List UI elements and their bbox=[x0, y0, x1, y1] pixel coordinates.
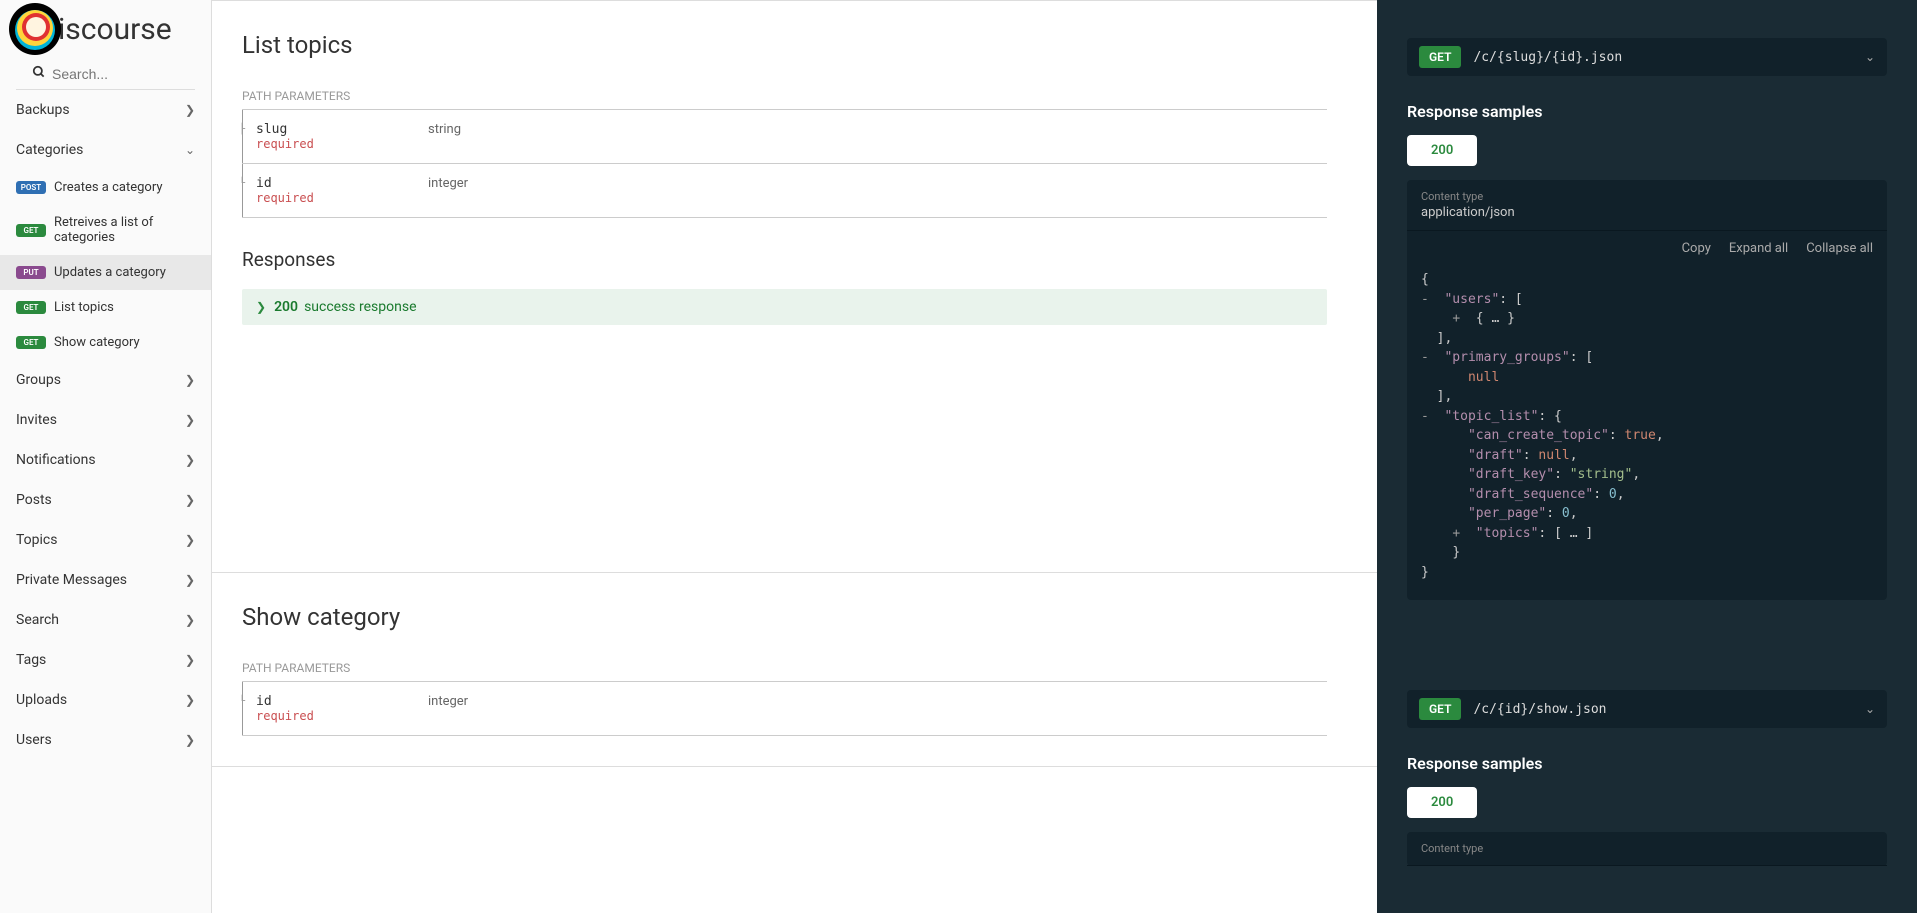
param-row: └ idrequiredinteger bbox=[242, 682, 1327, 736]
param-required: required bbox=[256, 709, 428, 723]
endpoint-bar[interactable]: GET /c/{id}/show.json ⌄ bbox=[1407, 690, 1887, 728]
nav-item-private-messages[interactable]: Private Messages❯ bbox=[0, 560, 211, 600]
param-type: string bbox=[428, 110, 1327, 163]
content-panel: List topics PATH PARAMETERS ├slugrequire… bbox=[212, 0, 1377, 913]
logo-text: iscourse bbox=[58, 12, 172, 47]
param-row: ├ slugrequiredstring bbox=[242, 110, 1327, 164]
content-type-label: Content type bbox=[1421, 842, 1873, 855]
responses-heading: Responses bbox=[242, 248, 1327, 271]
chevron-right-icon: ❯ bbox=[185, 733, 195, 747]
path-params-heading: PATH PARAMETERS bbox=[242, 661, 1327, 682]
response-samples-heading: Response samples bbox=[1407, 754, 1887, 773]
json-toggle[interactable]: - bbox=[1421, 292, 1444, 307]
section-title: Show category bbox=[242, 603, 1327, 631]
method-badge: GET bbox=[16, 336, 46, 349]
chevron-right-icon: ❯ bbox=[185, 573, 195, 587]
method-badge: GET bbox=[16, 224, 46, 237]
nav-item-users[interactable]: Users❯ bbox=[0, 720, 211, 760]
param-name: id bbox=[256, 176, 428, 191]
sample-box: Content type application/json Copy Expan… bbox=[1407, 180, 1887, 600]
sidebar: iscourse Backups❯Categories⌄POSTCreates … bbox=[0, 0, 212, 913]
json-toggle[interactable]: + bbox=[1452, 526, 1475, 541]
samples-panel: GET /c/{slug}/{id}.json ⌄ Response sampl… bbox=[1377, 0, 1917, 913]
search-row[interactable] bbox=[16, 58, 195, 90]
json-toggle[interactable]: - bbox=[1421, 350, 1444, 365]
tree-branch-icon: └ bbox=[239, 696, 245, 707]
chevron-down-icon: ⌄ bbox=[185, 143, 195, 157]
section-title: List topics bbox=[242, 31, 1327, 59]
nav-item-search[interactable]: Search❯ bbox=[0, 600, 211, 640]
nav-sub-item[interactable]: GETShow category bbox=[0, 325, 211, 360]
nav-sub-item[interactable]: POSTCreates a category bbox=[0, 170, 211, 205]
json-sample: {- "users": [ + { … } ],- "primary_group… bbox=[1407, 266, 1887, 600]
nav-item-groups[interactable]: Groups❯ bbox=[0, 360, 211, 400]
logo-icon bbox=[8, 2, 62, 56]
chevron-right-icon: ❯ bbox=[185, 493, 195, 507]
nav-item-notifications[interactable]: Notifications❯ bbox=[0, 440, 211, 480]
json-toggle[interactable]: - bbox=[1421, 409, 1444, 424]
expand-all-button[interactable]: Expand all bbox=[1729, 241, 1788, 256]
tree-branch-icon: └ bbox=[239, 178, 245, 189]
logo[interactable]: iscourse bbox=[0, 0, 211, 58]
param-row: └ idrequiredinteger bbox=[242, 164, 1327, 218]
method-badge: GET bbox=[1419, 46, 1461, 68]
search-icon bbox=[32, 64, 46, 83]
nav-item-topics[interactable]: Topics❯ bbox=[0, 520, 211, 560]
param-name: id bbox=[256, 694, 428, 709]
nav-item-tags[interactable]: Tags❯ bbox=[0, 640, 211, 680]
param-required: required bbox=[256, 191, 428, 205]
sample-box: Content type bbox=[1407, 832, 1887, 866]
nav-item-uploads[interactable]: Uploads❯ bbox=[0, 680, 211, 720]
param-name: slug bbox=[256, 122, 428, 137]
tree-branch-icon: ├ bbox=[239, 124, 245, 135]
section-list-topics: List topics PATH PARAMETERS ├slugrequire… bbox=[212, 1, 1377, 573]
endpoint-path: /c/{slug}/{id}.json bbox=[1473, 50, 1864, 65]
chevron-right-icon: ❯ bbox=[185, 613, 195, 627]
chevron-right-icon: ❯ bbox=[185, 453, 195, 467]
chevron-right-icon: ❯ bbox=[256, 300, 266, 314]
chevron-right-icon: ❯ bbox=[185, 413, 195, 427]
chevron-right-icon: ❯ bbox=[185, 103, 195, 117]
search-input[interactable] bbox=[52, 66, 179, 82]
param-type: integer bbox=[428, 682, 1327, 735]
nav-item-categories[interactable]: Categories⌄ bbox=[0, 130, 211, 170]
chevron-right-icon: ❯ bbox=[185, 533, 195, 547]
content-type-label: Content type bbox=[1421, 190, 1873, 203]
endpoint-bar[interactable]: GET /c/{slug}/{id}.json ⌄ bbox=[1407, 38, 1887, 76]
content-type-value: application/json bbox=[1421, 205, 1873, 220]
chevron-right-icon: ❯ bbox=[185, 373, 195, 387]
response-text: success response bbox=[304, 299, 416, 315]
chevron-right-icon: ❯ bbox=[185, 653, 195, 667]
nav-sub-item[interactable]: PUTUpdates a category bbox=[0, 255, 211, 290]
response-row[interactable]: ❯ 200 success response bbox=[242, 289, 1327, 325]
response-code: 200 bbox=[274, 299, 298, 315]
section-show-category: Show category PATH PARAMETERS └ idrequire… bbox=[212, 573, 1377, 767]
chevron-down-icon: ⌄ bbox=[1865, 50, 1875, 64]
response-samples-heading: Response samples bbox=[1407, 102, 1887, 121]
status-tab[interactable]: 200 bbox=[1407, 135, 1477, 166]
method-badge: GET bbox=[1419, 698, 1461, 720]
method-badge: PUT bbox=[16, 266, 46, 279]
param-required: required bbox=[256, 137, 428, 151]
copy-button[interactable]: Copy bbox=[1682, 241, 1711, 256]
param-type: integer bbox=[428, 164, 1327, 217]
status-tab[interactable]: 200 bbox=[1407, 787, 1477, 818]
nav-sub-item[interactable]: GETList topics bbox=[0, 290, 211, 325]
nav-item-posts[interactable]: Posts❯ bbox=[0, 480, 211, 520]
json-toggle[interactable]: + bbox=[1452, 311, 1475, 326]
nav-item-backups[interactable]: Backups❯ bbox=[0, 90, 211, 130]
chevron-right-icon: ❯ bbox=[185, 693, 195, 707]
nav-sub-item[interactable]: GETRetreives a list of categories bbox=[0, 205, 211, 255]
endpoint-path: /c/{id}/show.json bbox=[1473, 702, 1864, 717]
chevron-down-icon: ⌄ bbox=[1865, 702, 1875, 716]
method-badge: GET bbox=[16, 301, 46, 314]
method-badge: POST bbox=[16, 181, 46, 194]
nav-item-invites[interactable]: Invites❯ bbox=[0, 400, 211, 440]
collapse-all-button[interactable]: Collapse all bbox=[1806, 241, 1873, 256]
path-params-heading: PATH PARAMETERS bbox=[242, 89, 1327, 110]
